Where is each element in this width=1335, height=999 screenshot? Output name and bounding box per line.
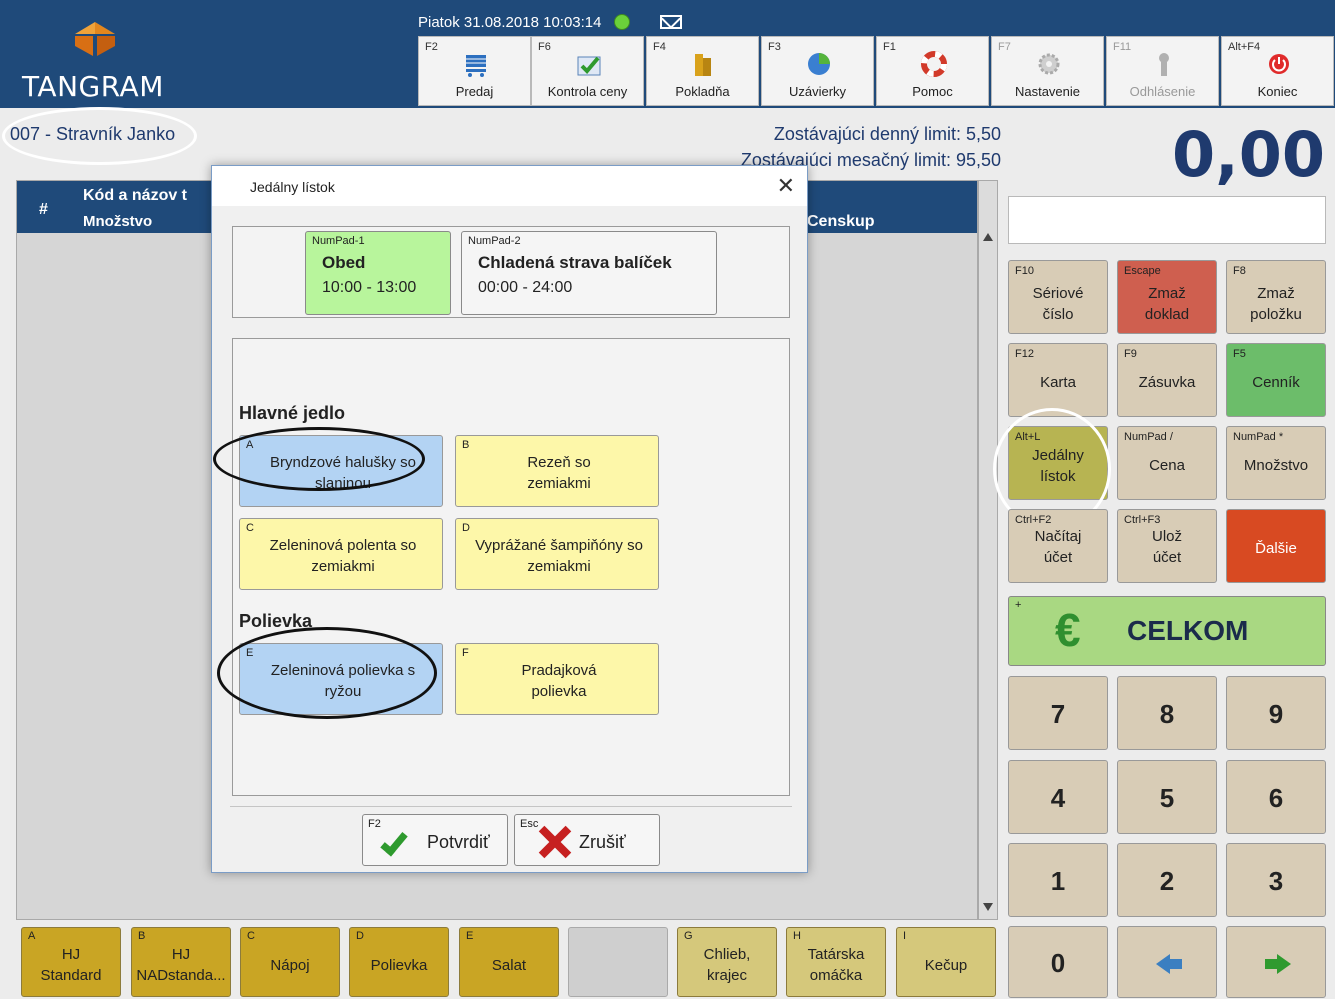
cross-icon	[535, 823, 575, 861]
numpad-key-9[interactable]: 9	[1226, 676, 1326, 750]
dish-d[interactable]: D Vyprážané šampiňóny so zemiakmi	[455, 518, 659, 590]
tab-pomoc[interactable]: F1 Pomoc	[876, 36, 989, 106]
category-kecup[interactable]: I Kečup	[896, 927, 996, 997]
total-amount: 0,00	[1172, 118, 1325, 191]
status-datetime: Piatok 31.08.2018 10:03:14	[418, 13, 602, 31]
cancel-button[interactable]: Esc Zrušiť	[514, 814, 660, 866]
menu-items-panel: Hlavné jedlo Polievka A Bryndzové halušk…	[213, 338, 790, 796]
drawer-button[interactable]: F9 Zásuvka	[1117, 343, 1217, 417]
app-name: TANGRAM	[22, 70, 164, 103]
category-hj-standard[interactable]: A HJ Standard	[21, 927, 121, 997]
online-status-icon	[613, 14, 630, 30]
tab-pokladna[interactable]: F4 Pokladňa	[646, 36, 759, 106]
annotation-ellipse	[217, 627, 437, 719]
cart-icon	[466, 55, 486, 77]
col-quantity: Množstvo	[83, 213, 153, 230]
numpad-key-8[interactable]: 8	[1117, 676, 1217, 750]
numpad-key-6[interactable]: 6	[1226, 760, 1326, 834]
pricelist-button[interactable]: F5 Cenník	[1226, 343, 1326, 417]
section-main-course: Hlavné jedlo	[239, 403, 346, 423]
annotation-ellipse	[2, 107, 197, 165]
arrow-left-icon	[1156, 954, 1182, 974]
delete-item-button[interactable]: F8 Zmaž položku	[1226, 260, 1326, 334]
numpad-key-5[interactable]: 5	[1117, 760, 1217, 834]
delete-document-button[interactable]: Escape Zmaž doklad	[1117, 260, 1217, 334]
category-empty	[568, 927, 668, 997]
arrow-right-button[interactable]	[1226, 926, 1326, 998]
category-tatarska[interactable]: H Tatárska omáčka	[786, 927, 886, 997]
numpad-key-3[interactable]: 3	[1226, 843, 1326, 917]
checkmark-icon	[380, 827, 408, 857]
numpad-key-4[interactable]: 4	[1008, 760, 1108, 834]
euro-icon: €	[1055, 604, 1081, 656]
dialog-titlebar: Jedálny lístok ✕	[212, 166, 807, 206]
dish-f[interactable]: F Pradajková polievka	[455, 643, 659, 715]
col-price-group: Censkup	[807, 213, 875, 230]
tab-kontrola-ceny[interactable]: F6 Kontrola ceny	[531, 36, 644, 106]
menu-dialog: Jedálny lístok ✕ NumPad-1 Obed 10:00 - 1…	[211, 165, 808, 873]
meal-type-chladena-strava[interactable]: NumPad-2 Chladená strava balíček 00:00 -…	[461, 231, 717, 315]
more-button[interactable]: Ďalšie	[1226, 509, 1326, 583]
tab-odhlasenie[interactable]: F11 Odhlásenie	[1106, 36, 1219, 106]
category-salat[interactable]: E Salat	[459, 927, 559, 997]
scroll-down-icon[interactable]	[983, 903, 993, 911]
category-chlieb[interactable]: G Chlieb, krajec	[677, 927, 777, 997]
tab-nastavenie[interactable]: F7 Nastavenie	[991, 36, 1104, 106]
dialog-title: Jedálny lístok	[250, 179, 335, 195]
top-bar: TANGRAM Piatok 31.08.2018 10:03:14 F2 Pr…	[0, 0, 1335, 108]
gear-icon	[1038, 53, 1060, 75]
numpad-key-1[interactable]: 1	[1008, 843, 1108, 917]
meal-type-panel: NumPad-1 Obed 10:00 - 13:00 NumPad-2 Chl…	[232, 226, 790, 318]
tab-predaj[interactable]: F2 Predaj	[418, 36, 531, 106]
quantity-button[interactable]: NumPad * Množstvo	[1226, 426, 1326, 500]
dish-c[interactable]: C Zeleninová polenta so zemiakmi	[239, 518, 443, 590]
numpad-key-0[interactable]: 0	[1008, 926, 1108, 998]
save-account-button[interactable]: Ctrl+F3 Ulož účet	[1117, 509, 1217, 583]
category-polievka[interactable]: D Polievka	[349, 927, 449, 997]
cash-desk-icon	[695, 54, 711, 76]
arrow-left-button[interactable]	[1117, 926, 1217, 998]
meal-type-obed[interactable]: NumPad-1 Obed 10:00 - 13:00	[305, 231, 451, 315]
serial-number-button[interactable]: F10 Sériové číslo	[1008, 260, 1108, 334]
scroll-up-icon[interactable]	[983, 233, 993, 241]
close-icon[interactable]: ✕	[777, 174, 795, 199]
arrow-right-icon	[1265, 954, 1291, 974]
dialog-separator	[230, 806, 792, 807]
col-name: Kód a názov t	[83, 187, 188, 204]
numpad-key-7[interactable]: 7	[1008, 676, 1108, 750]
tab-uzavierky[interactable]: F3 Uzávierky	[761, 36, 874, 106]
card-button[interactable]: F12 Karta	[1008, 343, 1108, 417]
col-number: #	[39, 201, 48, 218]
tab-koniec[interactable]: Alt+F4 Koniec	[1221, 36, 1334, 106]
price-check-icon	[577, 56, 601, 76]
dish-b[interactable]: B Rezeň so zemiakmi	[455, 435, 659, 507]
closing-icon	[808, 53, 830, 75]
load-account-button[interactable]: Ctrl+F2 Načítaj účet	[1008, 509, 1108, 583]
daily-limit: Zostávajúci denný limit: 5,50	[773, 124, 1001, 144]
price-button[interactable]: NumPad / Cena	[1117, 426, 1217, 500]
input-display	[1008, 196, 1326, 244]
receipt-scrollbar[interactable]	[978, 180, 998, 920]
logo: TANGRAM	[22, 18, 172, 104]
tangram-logo-icon	[75, 22, 115, 56]
lifebuoy-icon	[921, 51, 947, 77]
logout-icon	[1159, 53, 1169, 76]
confirm-button[interactable]: F2 Potvrdiť	[362, 814, 508, 866]
numpad-key-2[interactable]: 2	[1117, 843, 1217, 917]
mail-icon[interactable]	[659, 15, 682, 29]
category-napoj[interactable]: C Nápoj	[240, 927, 340, 997]
category-hj-nadstandard[interactable]: B HJ NADstanda...	[131, 927, 231, 997]
total-button[interactable]: + € CELKOM	[1008, 596, 1326, 666]
annotation-ellipse	[213, 427, 425, 491]
status-line: Piatok 31.08.2018 10:03:14	[418, 8, 682, 36]
power-icon	[1269, 54, 1289, 74]
